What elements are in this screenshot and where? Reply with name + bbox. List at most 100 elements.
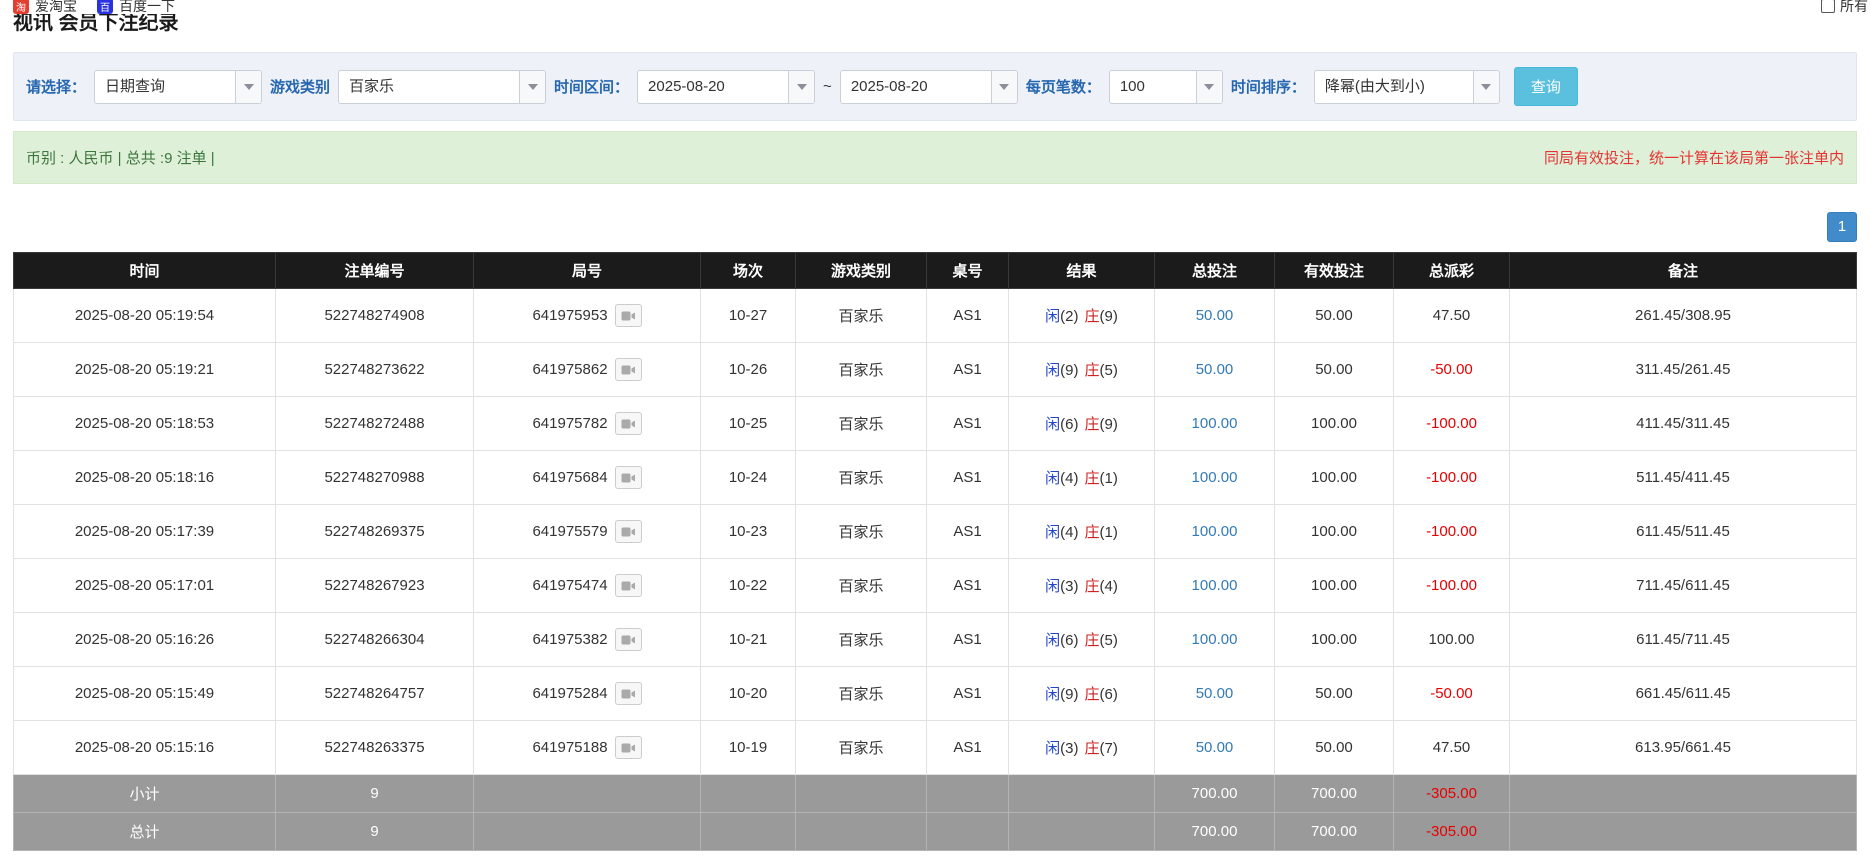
empty-cell [701, 813, 796, 851]
date-to-select[interactable]: 2025-08-20 [840, 70, 1018, 104]
query-button[interactable]: 查询 [1514, 67, 1578, 106]
bookmarks-bar: 淘 爱淘宝 百 百度一下 所有 [0, 0, 1870, 14]
total-label: 总计 [14, 813, 276, 851]
cell-time: 2025-08-20 05:15:16 [14, 721, 276, 775]
cell-table-no: AS1 [927, 289, 1009, 343]
video-replay-icon[interactable] [615, 628, 642, 651]
video-replay-icon[interactable] [615, 520, 642, 543]
video-replay-icon[interactable] [615, 466, 642, 489]
empty-cell [474, 813, 701, 851]
cell-payout: -100.00 [1394, 397, 1510, 451]
sort-label: 时间排序： [1231, 76, 1306, 97]
select-type-label: 请选择： [26, 76, 86, 97]
cell-payout: -50.00 [1394, 667, 1510, 721]
cell-time: 2025-08-20 05:15:49 [14, 667, 276, 721]
cell-valid-bet: 100.00 [1275, 451, 1394, 505]
cell-time: 2025-08-20 05:18:53 [14, 397, 276, 451]
bookmark-baidu[interactable]: 百度一下 [119, 0, 175, 14]
cell-bet-id: 522748274908 [276, 289, 474, 343]
cell-round: 641975862 [474, 343, 701, 397]
query-type-select[interactable]: 日期查询 [94, 70, 262, 104]
round-id: 641975953 [532, 307, 607, 324]
bookmarks-all[interactable]: 所有 [1840, 0, 1868, 14]
cell-valid-bet: 50.00 [1275, 289, 1394, 343]
player-score: (9) [1060, 362, 1078, 379]
video-replay-icon[interactable] [615, 304, 642, 327]
banker-result: 庄 [1085, 578, 1100, 595]
round-id: 641975284 [532, 685, 607, 702]
cell-result: 闲(6)庄(9) [1009, 397, 1155, 451]
total-bet-link[interactable]: 50.00 [1155, 667, 1275, 721]
banker-score: (5) [1100, 362, 1118, 379]
cell-remark: 611.45/711.45 [1510, 613, 1857, 667]
cell-round: 641975684 [474, 451, 701, 505]
game-type-select[interactable]: 百家乐 [338, 70, 546, 104]
header-table-no: 桌号 [927, 253, 1009, 289]
page-size-select[interactable]: 100 [1109, 70, 1223, 104]
pagination: 1 [13, 212, 1857, 242]
date-from-select[interactable]: 2025-08-20 [637, 70, 815, 104]
cell-payout: 47.50 [1394, 289, 1510, 343]
cell-game-type: 百家乐 [796, 397, 927, 451]
cell-remark: 261.45/308.95 [1510, 289, 1857, 343]
total-bet-link[interactable]: 100.00 [1155, 505, 1275, 559]
player-result: 闲 [1045, 524, 1060, 541]
header-bet-id: 注单编号 [276, 253, 474, 289]
total-bet-link[interactable]: 100.00 [1155, 559, 1275, 613]
total-bet-link[interactable]: 100.00 [1155, 397, 1275, 451]
cell-payout: 47.50 [1394, 721, 1510, 775]
game-type-value: 百家乐 [339, 71, 519, 103]
total-count: 9 [276, 813, 474, 851]
chevron-down-icon[interactable] [519, 71, 545, 103]
table-row: 2025-08-20 05:19:21 522748273622 6419758… [14, 343, 1857, 397]
filter-bar: 请选择： 日期查询 游戏类别 百家乐 时间区间： 2025-08-20 ~ 20… [13, 52, 1857, 121]
cell-time: 2025-08-20 05:17:39 [14, 505, 276, 559]
cell-remark: 613.95/661.45 [1510, 721, 1857, 775]
cell-remark: 311.45/261.45 [1510, 343, 1857, 397]
bookmark-aitaobao[interactable]: 爱淘宝 [35, 0, 77, 14]
video-replay-icon[interactable] [615, 358, 642, 381]
page-size-value: 100 [1110, 71, 1196, 103]
date-to-value: 2025-08-20 [841, 71, 991, 103]
banker-result: 庄 [1085, 524, 1100, 541]
total-bet-link[interactable]: 50.00 [1155, 343, 1275, 397]
table-row: 2025-08-20 05:19:54 522748274908 6419759… [14, 289, 1857, 343]
video-replay-icon[interactable] [615, 574, 642, 597]
header-round: 局号 [474, 253, 701, 289]
total-bet-link[interactable]: 50.00 [1155, 289, 1275, 343]
cell-payout: -100.00 [1394, 451, 1510, 505]
cell-session: 10-25 [701, 397, 796, 451]
cell-bet-id: 522748272488 [276, 397, 474, 451]
video-replay-icon[interactable] [615, 682, 642, 705]
video-replay-icon[interactable] [615, 412, 642, 435]
chevron-down-icon[interactable] [1196, 71, 1222, 103]
chevron-down-icon[interactable] [235, 71, 261, 103]
total-bet-link[interactable]: 50.00 [1155, 721, 1275, 775]
chevron-down-icon[interactable] [1473, 71, 1499, 103]
video-replay-icon[interactable] [615, 736, 642, 759]
chevron-down-icon[interactable] [788, 71, 814, 103]
cell-time: 2025-08-20 05:19:21 [14, 343, 276, 397]
banker-result: 庄 [1085, 632, 1100, 649]
total-bet-link[interactable]: 100.00 [1155, 451, 1275, 505]
player-result: 闲 [1045, 632, 1060, 649]
cell-session: 10-21 [701, 613, 796, 667]
table-row: 2025-08-20 05:15:49 522748264757 6419752… [14, 667, 1857, 721]
banker-score: (9) [1100, 416, 1118, 433]
round-id: 641975782 [532, 415, 607, 432]
header-payout: 总派彩 [1394, 253, 1510, 289]
cell-session: 10-22 [701, 559, 796, 613]
cell-table-no: AS1 [927, 721, 1009, 775]
cell-session: 10-27 [701, 289, 796, 343]
header-valid-bet: 有效投注 [1275, 253, 1394, 289]
total-bet-link[interactable]: 100.00 [1155, 613, 1275, 667]
chevron-down-icon[interactable] [991, 71, 1017, 103]
banker-result: 庄 [1085, 686, 1100, 703]
sort-select[interactable]: 降幂(由大到小) [1314, 70, 1500, 104]
cell-round: 641975579 [474, 505, 701, 559]
player-result: 闲 [1045, 686, 1060, 703]
player-score: (4) [1060, 524, 1078, 541]
banker-result: 庄 [1085, 740, 1100, 757]
page-button-1[interactable]: 1 [1827, 212, 1857, 242]
cell-bet-id: 522748266304 [276, 613, 474, 667]
